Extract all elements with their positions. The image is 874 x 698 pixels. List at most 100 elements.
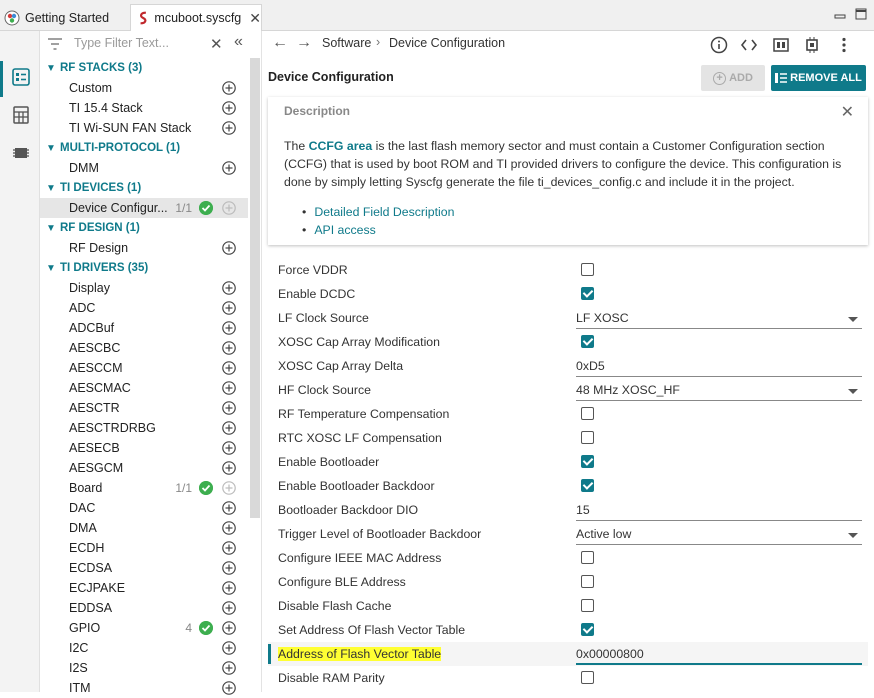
collapse-caret-icon[interactable]: ▼ bbox=[46, 143, 60, 154]
module-item[interactable]: AESCTR bbox=[40, 398, 248, 418]
module-item[interactable]: I2C bbox=[40, 638, 248, 658]
code-view-icon[interactable] bbox=[740, 36, 758, 54]
add-instance-icon[interactable] bbox=[222, 441, 236, 455]
property-select[interactable]: 48 MHz XOSC_HF bbox=[576, 381, 862, 401]
add-instance-icon[interactable] bbox=[222, 581, 236, 595]
tab-mcuboot-syscfg[interactable]: mcuboot.syscfg ✕ bbox=[130, 4, 262, 31]
add-instance-icon[interactable] bbox=[222, 521, 236, 535]
module-item[interactable]: ADC bbox=[40, 298, 248, 318]
chip-view-icon[interactable] bbox=[11, 143, 31, 163]
add-instance-icon[interactable] bbox=[222, 301, 236, 315]
add-instance-icon[interactable] bbox=[222, 601, 236, 615]
property-text-input[interactable]: 15 bbox=[576, 501, 862, 521]
tab-getting-started[interactable]: Getting Started bbox=[4, 4, 109, 31]
module-item[interactable]: ECDSA bbox=[40, 558, 248, 578]
add-instance-icon[interactable] bbox=[222, 641, 236, 655]
property-text-input[interactable]: 0x00000800 bbox=[576, 645, 862, 665]
add-instance-icon[interactable] bbox=[222, 461, 236, 475]
module-item[interactable]: AESGCM bbox=[40, 458, 248, 478]
module-item[interactable]: DMA bbox=[40, 518, 248, 538]
module-item[interactable]: Device Configur... 1/1 bbox=[40, 198, 248, 218]
property-checkbox[interactable] bbox=[581, 287, 594, 300]
add-instance-icon[interactable] bbox=[222, 401, 236, 415]
add-instance-icon[interactable] bbox=[222, 341, 236, 355]
module-item[interactable]: AESECB bbox=[40, 438, 248, 458]
property-checkbox[interactable] bbox=[581, 335, 594, 348]
module-item[interactable]: I2S bbox=[40, 658, 248, 678]
add-button[interactable]: + ADD bbox=[701, 65, 765, 91]
module-item[interactable]: GPIO 4 bbox=[40, 618, 248, 638]
navigator-scrollbar[interactable] bbox=[250, 58, 260, 518]
more-options-icon[interactable] bbox=[835, 36, 853, 54]
module-item[interactable]: ITM bbox=[40, 678, 248, 698]
property-checkbox[interactable] bbox=[581, 479, 594, 492]
module-item[interactable]: Display bbox=[40, 278, 248, 298]
add-instance-icon[interactable] bbox=[222, 661, 236, 675]
category-header[interactable]: ▼ RF DESIGN (1) bbox=[40, 218, 248, 238]
property-checkbox[interactable] bbox=[581, 407, 594, 420]
collapse-caret-icon[interactable]: ▼ bbox=[46, 183, 60, 194]
add-instance-icon[interactable] bbox=[222, 361, 236, 375]
close-description-icon[interactable]: ✕ bbox=[841, 102, 854, 122]
property-checkbox[interactable] bbox=[581, 671, 594, 684]
collapse-caret-icon[interactable]: ▼ bbox=[46, 63, 60, 74]
property-checkbox[interactable] bbox=[581, 551, 594, 564]
add-instance-icon[interactable] bbox=[222, 561, 236, 575]
software-view-icon[interactable] bbox=[11, 67, 31, 87]
property-checkbox[interactable] bbox=[581, 263, 594, 276]
add-instance-icon[interactable] bbox=[222, 321, 236, 335]
property-checkbox[interactable] bbox=[581, 623, 594, 636]
add-instance-icon[interactable] bbox=[222, 161, 236, 175]
add-instance-icon[interactable] bbox=[222, 621, 236, 635]
add-instance-icon[interactable] bbox=[222, 201, 236, 215]
memory-view-icon[interactable] bbox=[772, 36, 790, 54]
collapse-caret-icon[interactable]: ▼ bbox=[46, 223, 60, 234]
remove-all-button[interactable]: REMOVE ALL bbox=[771, 65, 866, 91]
module-item[interactable]: RF Design bbox=[40, 238, 248, 258]
module-item[interactable]: AESCTRDRBG bbox=[40, 418, 248, 438]
category-header[interactable]: ▼ RF STACKS (3) bbox=[40, 58, 248, 78]
module-item[interactable]: EDDSA bbox=[40, 598, 248, 618]
add-instance-icon[interactable] bbox=[222, 421, 236, 435]
board-view-icon[interactable] bbox=[11, 105, 31, 125]
category-header[interactable]: ▼ TI DRIVERS (35) bbox=[40, 258, 248, 278]
property-text-input[interactable]: 0xD5 bbox=[576, 357, 862, 377]
module-item[interactable]: TI 15.4 Stack bbox=[40, 98, 248, 118]
breadcrumb-software[interactable]: Software bbox=[322, 36, 371, 50]
filter-input[interactable] bbox=[74, 36, 204, 50]
clear-filter-icon[interactable]: ✕ bbox=[210, 35, 223, 53]
back-arrow-icon[interactable]: ← bbox=[272, 34, 288, 52]
add-instance-icon[interactable] bbox=[222, 481, 236, 495]
add-instance-icon[interactable] bbox=[222, 101, 236, 115]
module-item[interactable]: ECDH bbox=[40, 538, 248, 558]
add-instance-icon[interactable] bbox=[222, 241, 236, 255]
add-instance-icon[interactable] bbox=[222, 681, 236, 695]
module-item[interactable]: Board 1/1 bbox=[40, 478, 248, 498]
property-select[interactable]: Active low bbox=[576, 525, 862, 545]
info-icon[interactable] bbox=[710, 36, 728, 54]
add-instance-icon[interactable] bbox=[222, 381, 236, 395]
add-instance-icon[interactable] bbox=[222, 501, 236, 515]
module-item[interactable]: DAC bbox=[40, 498, 248, 518]
forward-arrow-icon[interactable]: → bbox=[296, 34, 312, 52]
property-checkbox[interactable] bbox=[581, 431, 594, 444]
add-instance-icon[interactable] bbox=[222, 121, 236, 135]
module-item[interactable]: AESCCM bbox=[40, 358, 248, 378]
api-access-link[interactable]: API access bbox=[314, 221, 454, 239]
device-view-icon[interactable] bbox=[803, 36, 821, 54]
detailed-field-description-link[interactable]: Detailed Field Description bbox=[314, 203, 454, 221]
collapse-caret-icon[interactable]: ▼ bbox=[46, 263, 60, 274]
maximize-icon[interactable] bbox=[855, 8, 867, 20]
module-item[interactable]: Custom bbox=[40, 78, 248, 98]
property-select[interactable]: LF XOSC bbox=[576, 309, 862, 329]
category-header[interactable]: ▼ MULTI-PROTOCOL (1) bbox=[40, 138, 248, 158]
property-checkbox[interactable] bbox=[581, 455, 594, 468]
module-item[interactable]: ADCBuf bbox=[40, 318, 248, 338]
property-checkbox[interactable] bbox=[581, 575, 594, 588]
module-item[interactable]: ECJPAKE bbox=[40, 578, 248, 598]
minimize-icon[interactable] bbox=[834, 8, 846, 20]
module-item[interactable]: AESCMAC bbox=[40, 378, 248, 398]
close-tab-icon[interactable]: ✕ bbox=[249, 10, 261, 27]
property-checkbox[interactable] bbox=[581, 599, 594, 612]
add-instance-icon[interactable] bbox=[222, 281, 236, 295]
